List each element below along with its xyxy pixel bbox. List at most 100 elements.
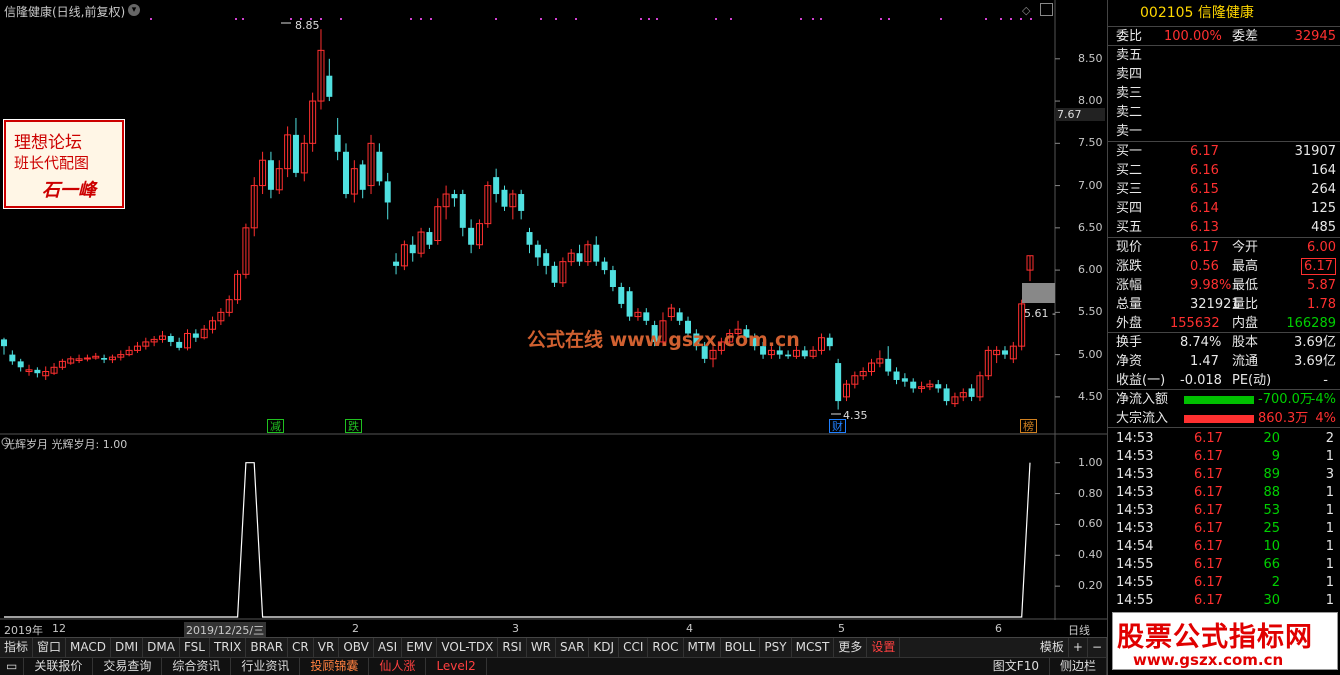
buy-row[interactable]: 买四 6.14 125 bbox=[1108, 199, 1340, 218]
maximize-icon[interactable] bbox=[1040, 3, 1053, 16]
tab-kdj[interactable]: KDJ bbox=[589, 638, 620, 657]
tick-row: 14:53 6.17 9 1 bbox=[1108, 448, 1340, 466]
candle-body bbox=[501, 189, 508, 207]
signal-badge[interactable]: 减 bbox=[267, 419, 284, 433]
tab-cr[interactable]: CR bbox=[288, 638, 314, 657]
signal-badge[interactable]: 榜 bbox=[1020, 419, 1037, 433]
tab-f10[interactable]: 图文F10 bbox=[983, 658, 1050, 675]
block-pct: 4% bbox=[1315, 411, 1336, 426]
tab-wr[interactable]: WR bbox=[527, 638, 557, 657]
diamond-icon[interactable]: ◇ bbox=[1022, 4, 1030, 17]
tab-related-quotes[interactable]: 关联报价 bbox=[24, 658, 94, 675]
candle-body bbox=[551, 265, 558, 283]
tick-price: 6.17 bbox=[1194, 467, 1223, 482]
stat-value: 0.56 bbox=[1190, 259, 1219, 274]
tab-boll[interactable]: BOLL bbox=[721, 638, 761, 657]
stat-value: 5.87 bbox=[1307, 278, 1336, 293]
tab-indicator[interactable]: 指标 bbox=[0, 638, 34, 657]
candle-body bbox=[893, 371, 900, 380]
tab-macd[interactable]: MACD bbox=[66, 638, 112, 657]
tab-sidebar[interactable]: 侧边栏 bbox=[1050, 658, 1107, 675]
marker-dot bbox=[410, 18, 412, 20]
tab-trix[interactable]: TRIX bbox=[210, 638, 247, 657]
buy-label: 买一 bbox=[1116, 144, 1143, 159]
remove-button[interactable]: − bbox=[1088, 638, 1107, 657]
buy-row[interactable]: 买一 6.17 31907 bbox=[1108, 142, 1340, 161]
tab-dmi[interactable]: DMI bbox=[111, 638, 144, 657]
candle-body bbox=[493, 177, 500, 195]
candle-body bbox=[9, 354, 16, 362]
add-button[interactable]: + bbox=[1069, 638, 1088, 657]
tab-brar[interactable]: BRAR bbox=[246, 638, 289, 657]
forum-stamp: 理想论坛 班长代配图 石一峰 bbox=[3, 119, 125, 209]
signal-badge[interactable]: 跌 bbox=[345, 419, 362, 433]
panel-toggle-icon[interactable]: ▭ bbox=[0, 658, 25, 675]
indicator-tick-label: 0.60 bbox=[1078, 517, 1103, 531]
tab-sar[interactable]: SAR bbox=[556, 638, 590, 657]
tick-time: 14:55 bbox=[1116, 575, 1154, 590]
tab-xianrenzhang[interactable]: 仙人涨 bbox=[369, 658, 427, 675]
tab-template[interactable]: 模板 bbox=[1036, 638, 1069, 657]
candle-body bbox=[801, 350, 808, 357]
tab-fsl[interactable]: FSL bbox=[180, 638, 210, 657]
tick-price: 6.17 bbox=[1194, 575, 1223, 590]
indicator-tabs: 指标 窗口 MACD DMI DMA FSL TRIX BRAR CR VR O… bbox=[0, 637, 1107, 657]
candle-body bbox=[17, 361, 24, 368]
tab-cci[interactable]: CCI bbox=[619, 638, 649, 657]
marker-dot bbox=[235, 18, 237, 20]
candle-body bbox=[267, 160, 274, 190]
tick-list[interactable]: 14:53 6.17 20 2 14:53 6.17 9 1 14:53 6.17 89 3 14:53… bbox=[1108, 428, 1340, 610]
tick-count: 3 bbox=[1325, 467, 1334, 482]
candle-body bbox=[534, 244, 541, 258]
kline-chart-area[interactable]: 信隆健康(日线,前复权) ▾ ◇ 8.50 8.00 7.50 7.00 6.50 6.0… bbox=[0, 0, 1107, 638]
buy-row[interactable]: 买五 6.13 485 bbox=[1108, 218, 1340, 237]
signal-badge[interactable]: 财 bbox=[829, 419, 846, 433]
tab-news[interactable]: 综合资讯 bbox=[162, 658, 232, 675]
tab-psy[interactable]: PSY bbox=[760, 638, 792, 657]
stat-value: 1.78 bbox=[1307, 297, 1336, 312]
tick-volume: 10 bbox=[1263, 539, 1280, 554]
indicator-line bbox=[4, 462, 1031, 618]
chart-title: 信隆健康(日线,前复权) bbox=[4, 5, 126, 19]
timeframe-label[interactable]: 日线 bbox=[1068, 622, 1090, 638]
tab-vol-tdx[interactable]: VOL-TDX bbox=[437, 638, 499, 657]
stat-row: 涨幅 9.98% 最低 5.87 bbox=[1108, 276, 1340, 295]
candle-body bbox=[34, 369, 41, 374]
tab-rsi[interactable]: RSI bbox=[498, 638, 527, 657]
tab-trade-query[interactable]: 交易查询 bbox=[93, 658, 163, 675]
tab-roc[interactable]: ROC bbox=[648, 638, 684, 657]
tab-asi[interactable]: ASI bbox=[374, 638, 403, 657]
tick-row: 14:53 6.17 89 3 bbox=[1108, 466, 1340, 484]
tab-window[interactable]: 窗口 bbox=[33, 638, 67, 657]
tab-advisor[interactable]: 投顾锦囊 bbox=[300, 658, 370, 675]
candle-body bbox=[826, 337, 833, 347]
tab-settings[interactable]: 设置 bbox=[867, 638, 901, 657]
tab-industry-news[interactable]: 行业资讯 bbox=[231, 658, 301, 675]
date-label: 12 bbox=[52, 622, 66, 635]
tab-more[interactable]: 更多 bbox=[834, 638, 868, 657]
tick-time: 14:53 bbox=[1116, 449, 1154, 464]
tick-row: 14:54 6.17 10 1 bbox=[1108, 538, 1340, 556]
tab-vr[interactable]: VR bbox=[314, 638, 340, 657]
marker-dot bbox=[1010, 18, 1012, 20]
tab-obv[interactable]: OBV bbox=[339, 638, 374, 657]
marker-dot bbox=[940, 18, 942, 20]
chevron-down-icon[interactable]: ▾ bbox=[128, 4, 140, 16]
marker-dot bbox=[340, 18, 342, 20]
stat-label: 最高 bbox=[1232, 259, 1259, 274]
tick-row: 14:53 6.17 25 1 bbox=[1108, 520, 1340, 538]
tab-mtm[interactable]: MTM bbox=[684, 638, 721, 657]
buy-row[interactable]: 买二 6.16 164 bbox=[1108, 161, 1340, 180]
tab-mcst[interactable]: MCST bbox=[792, 638, 835, 657]
price-tick-label: 5.00 bbox=[1078, 347, 1103, 361]
quote-sidebar: 002105 信隆健康 委比 100.00% 委差 32945 卖五 卖四 卖三… bbox=[1107, 0, 1340, 675]
tab-dma[interactable]: DMA bbox=[143, 638, 180, 657]
indicator-tick-label: 0.20 bbox=[1078, 579, 1103, 593]
tab-level2[interactable]: Level2 bbox=[426, 658, 487, 675]
tab-emv[interactable]: EMV bbox=[402, 638, 438, 657]
buy-row[interactable]: 买三 6.15 264 bbox=[1108, 180, 1340, 199]
netflow-value: -700.0万 bbox=[1258, 392, 1313, 407]
date-label: 3 bbox=[512, 622, 519, 635]
stamp-line-1: 理想论坛 bbox=[14, 133, 82, 153]
chart-canvas[interactable] bbox=[0, 0, 1107, 636]
